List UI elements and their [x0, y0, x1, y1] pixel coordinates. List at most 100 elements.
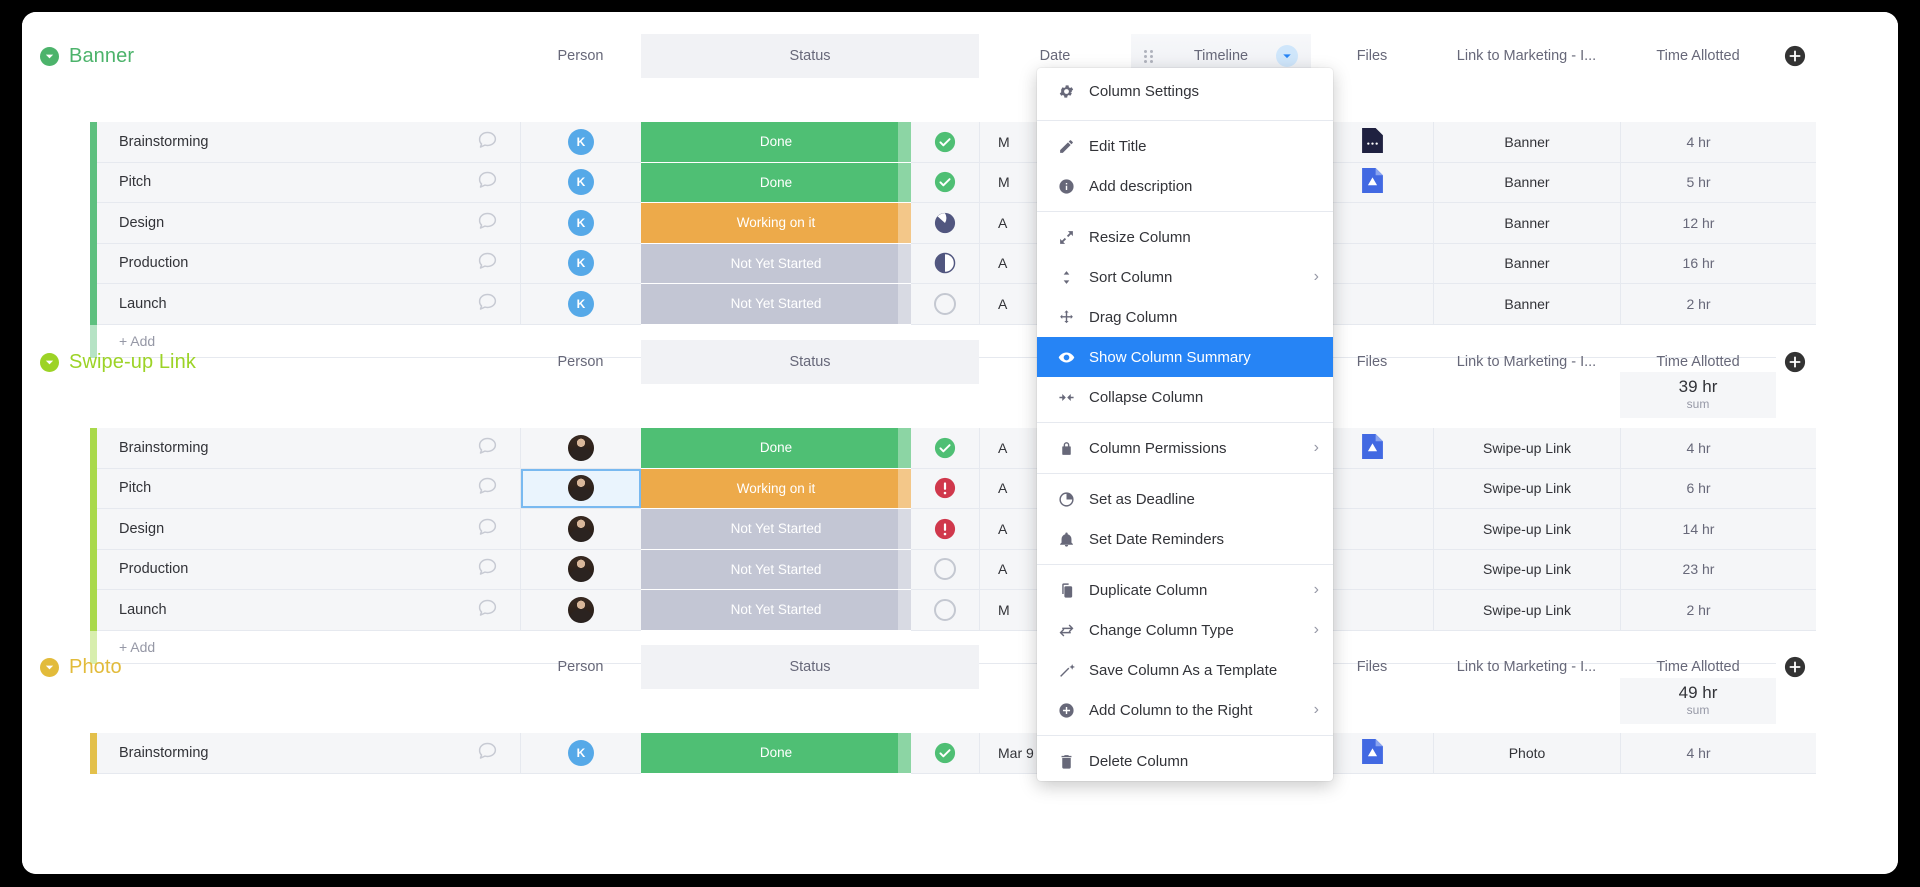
menu-item-resize-column[interactable]: Resize Column [1037, 217, 1333, 257]
avatar[interactable] [568, 434, 594, 461]
table-row[interactable]: Design Not Yet Started A Swipe-up Link 14 hr [22, 509, 1898, 550]
link-cell[interactable]: Swipe-up Link [1433, 549, 1620, 590]
menu-item-set-date-reminders[interactable]: Set Date Reminders [1037, 519, 1333, 559]
progress-cell[interactable] [911, 733, 979, 774]
status-cell[interactable]: Not Yet Started [641, 509, 911, 550]
add-column-button[interactable] [1784, 45, 1806, 72]
status-cell[interactable]: Working on it [641, 468, 911, 509]
status-cell[interactable]: Not Yet Started [641, 243, 911, 284]
person-cell[interactable]: K [520, 162, 641, 203]
group-collapse-icon[interactable] [40, 657, 59, 677]
menu-item-add-description[interactable]: Add description [1037, 166, 1333, 206]
person-cell[interactable] [520, 468, 641, 509]
avatar[interactable] [568, 475, 594, 502]
group-collapse-icon[interactable] [40, 352, 59, 372]
comment-bubble-icon[interactable] [477, 129, 498, 155]
link-cell[interactable]: Banner [1433, 284, 1620, 325]
table-row[interactable]: Pitch K Done M Banner 5 hr [22, 162, 1898, 203]
table-row[interactable]: Production Not Yet Started A Swipe-up Link 2… [22, 549, 1898, 590]
table-row[interactable]: Design K Working on it A Banner 12 hr [22, 203, 1898, 244]
progress-cell[interactable] [911, 428, 979, 469]
comment-bubble-icon[interactable] [477, 556, 498, 582]
person-cell[interactable]: K [520, 284, 641, 325]
status-cell[interactable]: Done [641, 428, 911, 469]
time-allotted-cell[interactable]: 23 hr [1620, 549, 1776, 590]
dark-file-icon[interactable] [1362, 127, 1383, 156]
row-name-cell[interactable]: Launch [97, 590, 520, 631]
chevron-down-icon[interactable] [1276, 45, 1298, 67]
link-cell[interactable]: Swipe-up Link [1433, 468, 1620, 509]
avatar[interactable] [568, 515, 594, 542]
person-cell[interactable]: K [520, 733, 641, 774]
menu-item-column-settings[interactable]: Column Settings [1037, 68, 1333, 115]
column-header-person[interactable]: Person [520, 34, 641, 78]
column-header-time[interactable]: Time Allotted [1620, 340, 1776, 384]
link-cell[interactable]: Banner [1433, 162, 1620, 203]
time-allotted-cell[interactable]: 2 hr [1620, 284, 1776, 325]
link-cell[interactable]: Photo [1433, 733, 1620, 774]
menu-item-edit-title[interactable]: Edit Title [1037, 126, 1333, 166]
person-cell[interactable]: K [520, 243, 641, 284]
column-header-status[interactable]: Status [641, 340, 979, 384]
column-header-time[interactable]: Time Allotted [1620, 645, 1776, 689]
avatar[interactable]: K [568, 290, 594, 317]
status-cell[interactable]: Working on it [641, 203, 911, 244]
status-cell[interactable]: Done [641, 122, 911, 163]
status-cell[interactable]: Not Yet Started [641, 549, 911, 590]
progress-cell[interactable] [911, 203, 979, 244]
time-allotted-cell[interactable]: 6 hr [1620, 468, 1776, 509]
menu-item-sort-column[interactable]: Sort Column › [1037, 257, 1333, 297]
add-column-button[interactable] [1784, 656, 1806, 683]
table-row[interactable]: Brainstorming K Done Mar 9 Photo 4 hr [22, 733, 1898, 774]
menu-item-column-permissions[interactable]: Column Permissions › [1037, 428, 1333, 468]
row-name-cell[interactable]: Brainstorming [97, 733, 520, 774]
table-row[interactable]: Launch K Not Yet Started A Banner 2 hr [22, 284, 1898, 325]
drive-file-icon[interactable] [1362, 433, 1383, 462]
row-name-cell[interactable]: Production [97, 243, 520, 284]
avatar[interactable]: K [568, 250, 594, 277]
avatar[interactable]: K [568, 739, 594, 766]
progress-cell[interactable] [911, 284, 979, 325]
comment-bubble-icon[interactable] [477, 291, 498, 317]
progress-cell[interactable] [911, 468, 979, 509]
progress-cell[interactable] [911, 509, 979, 550]
person-cell[interactable] [520, 549, 641, 590]
time-allotted-cell[interactable]: 4 hr [1620, 122, 1776, 163]
group-collapse-icon[interactable] [40, 46, 59, 66]
row-name-cell[interactable]: Production [97, 549, 520, 590]
progress-cell[interactable] [911, 243, 979, 284]
comment-bubble-icon[interactable] [477, 435, 498, 461]
link-cell[interactable]: Banner [1433, 203, 1620, 244]
menu-item-save-column-as-a-template[interactable]: Save Column As a Template [1037, 650, 1333, 690]
column-header-person[interactable]: Person [520, 340, 641, 384]
progress-cell[interactable] [911, 549, 979, 590]
time-allotted-cell[interactable]: 4 hr [1620, 733, 1776, 774]
table-row[interactable]: Launch Not Yet Started M Swipe-up Link 2 hr [22, 590, 1898, 631]
person-cell[interactable] [520, 590, 641, 631]
time-allotted-cell[interactable]: 12 hr [1620, 203, 1776, 244]
time-allotted-cell[interactable]: 14 hr [1620, 509, 1776, 550]
link-cell[interactable]: Swipe-up Link [1433, 509, 1620, 550]
column-header-time[interactable]: Time Allotted [1620, 34, 1776, 78]
avatar[interactable]: K [568, 128, 594, 155]
status-cell[interactable]: Not Yet Started [641, 590, 911, 631]
add-column-button[interactable] [1784, 351, 1806, 378]
comment-bubble-icon[interactable] [477, 475, 498, 501]
link-cell[interactable]: Banner [1433, 122, 1620, 163]
menu-item-collapse-column[interactable]: Collapse Column [1037, 377, 1333, 417]
person-cell[interactable]: K [520, 122, 641, 163]
column-context-menu[interactable]: Column Settings Edit Title Add description… [1037, 68, 1333, 781]
menu-item-delete-column[interactable]: Delete Column [1037, 741, 1333, 781]
group-name[interactable]: Banner [69, 45, 134, 68]
menu-item-change-column-type[interactable]: Change Column Type › [1037, 610, 1333, 650]
menu-item-drag-column[interactable]: Drag Column [1037, 297, 1333, 337]
time-allotted-cell[interactable]: 16 hr [1620, 243, 1776, 284]
row-name-cell[interactable]: Design [97, 203, 520, 244]
time-allotted-cell[interactable]: 4 hr [1620, 428, 1776, 469]
group-name[interactable]: Photo [69, 656, 122, 679]
row-name-cell[interactable]: Brainstorming [97, 428, 520, 469]
link-cell[interactable]: Swipe-up Link [1433, 590, 1620, 631]
menu-item-set-as-deadline[interactable]: Set as Deadline [1037, 479, 1333, 519]
person-cell[interactable]: K [520, 203, 641, 244]
status-cell[interactable]: Not Yet Started [641, 284, 911, 325]
